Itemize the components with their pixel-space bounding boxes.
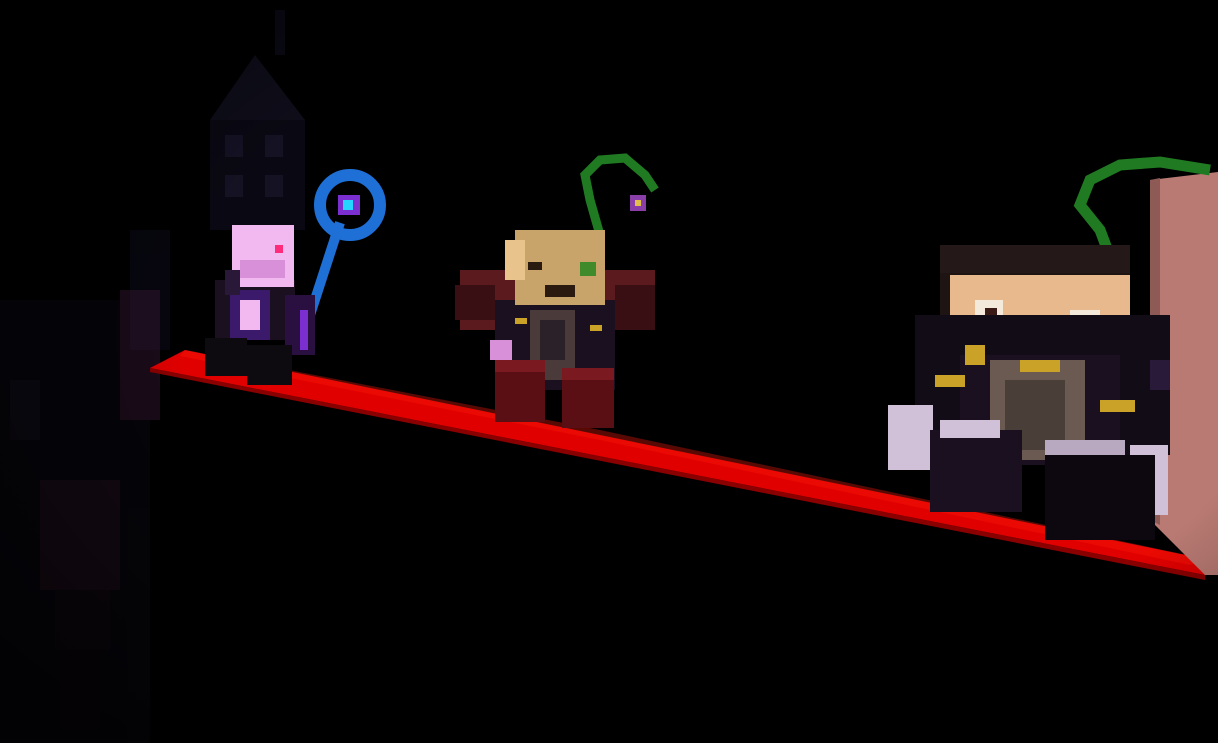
vignette-overlay <box>0 0 1218 743</box>
game-viewport <box>0 0 1218 743</box>
game-scene <box>0 0 1218 743</box>
